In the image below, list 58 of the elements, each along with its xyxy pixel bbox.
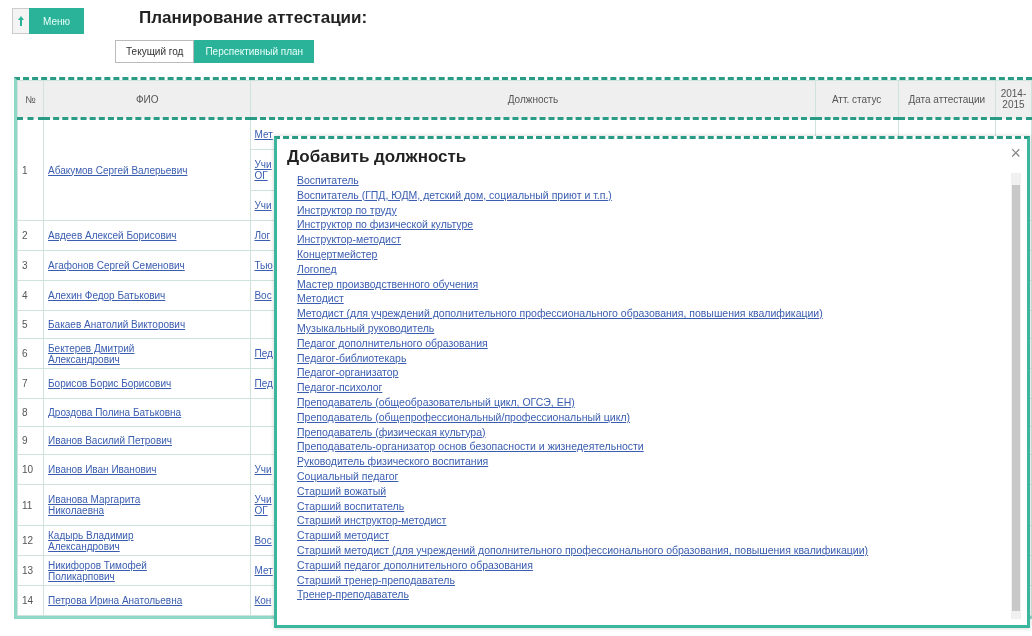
position-option[interactable]: Старший вожатый (297, 483, 387, 499)
position-option[interactable]: Старший педагог дополнительного образования (297, 557, 533, 573)
row-number: 6 (17, 338, 44, 369)
row-number: 11 (17, 484, 44, 526)
scrollbar-thumb[interactable] (1012, 185, 1020, 611)
position-option[interactable]: Старший тренер-преподаватель (297, 572, 455, 588)
position-option[interactable]: Преподаватель (общеобразовательный цикл, ОГСЭ, ЕН) (297, 394, 575, 410)
position-option[interactable]: Музыкальный руководитель (297, 320, 435, 336)
position-option[interactable]: Педагог-библиотекарь (297, 350, 407, 366)
row-number: 13 (17, 555, 44, 586)
column-header: Должность (250, 80, 816, 119)
position-option[interactable]: Преподаватель-организатор основ безопасности и жизнедеятельности (297, 439, 644, 455)
close-button[interactable]: × (1010, 143, 1021, 164)
row-number: 9 (17, 426, 44, 455)
position-option[interactable]: Воспитатель (297, 173, 359, 188)
position-option[interactable]: Инструктор по труду (297, 202, 397, 218)
position-option[interactable]: Инструктор-методист (297, 232, 401, 247)
scrollbar[interactable] (1011, 173, 1021, 619)
page-title: Планирование аттестации: (139, 8, 368, 28)
column-header: 2014-2015 (995, 80, 1032, 119)
position-option[interactable]: Методист (297, 291, 344, 307)
position-option[interactable]: Преподаватель (общепрофессиональный/профессиональный цикл) (297, 409, 630, 425)
row-number: 2 (17, 220, 44, 251)
position-option[interactable]: Методист (для учреждений дополнительного профессионального образования, повышения квалификации) (297, 306, 823, 321)
position-option[interactable]: Старший методист (для учреждений дополнительного профессионального образования, повышения квалификации) (297, 542, 869, 558)
position-option[interactable]: Мастер производственного обучения (297, 276, 479, 292)
row-number: 7 (17, 368, 44, 399)
dialog-title: Добавить должность (287, 147, 467, 167)
row-number: 8 (17, 398, 44, 427)
position-option[interactable]: Старший воспитатель (297, 498, 405, 514)
row-number: 10 (17, 454, 44, 485)
position-option[interactable]: Воспитатель (ГПД, ЮДМ, детский дом, социальный приют и т.п.) (297, 187, 612, 203)
position-option[interactable]: Педагог-организатор (297, 365, 399, 381)
name-link[interactable]: Абакумов Сергей Валерьевич (48, 164, 188, 176)
position-option[interactable]: Социальный педагог (297, 468, 399, 484)
position-option[interactable]: Концертмейстер (297, 247, 378, 262)
column-header: Дата аттестации (898, 80, 996, 119)
position-option[interactable]: Логопед (297, 261, 337, 277)
position-option[interactable]: Педагог дополнительного образования (297, 335, 488, 351)
column-header: Атт. статус (815, 80, 899, 119)
position-option[interactable]: Инструктор по физической культуре (297, 217, 474, 233)
position-option[interactable]: Преподаватель (физическая культура) (297, 424, 486, 440)
row-number: 5 (17, 310, 44, 339)
row-number: 4 (17, 280, 44, 311)
position-option[interactable]: Старший инструктор-методист (297, 513, 447, 529)
column-header: ФИО (43, 80, 251, 119)
position-option[interactable]: Старший методист (297, 528, 390, 543)
name-link[interactable]: Иванов Иван Иванович (48, 464, 157, 475)
tab[interactable]: Текущий год (115, 40, 195, 63)
row-number: 1 (17, 118, 44, 221)
row-number: 3 (17, 250, 44, 281)
position-option[interactable]: Тренер-преподаватель (297, 587, 409, 603)
column-header: № (17, 80, 44, 119)
row-number: 12 (17, 525, 44, 556)
position-option[interactable]: Педагог-психолог (297, 380, 383, 395)
position-link[interactable]: Мет (251, 120, 282, 149)
position-option[interactable]: Руководитель физического воспитания (297, 454, 489, 469)
row-number: 14 (17, 585, 44, 616)
